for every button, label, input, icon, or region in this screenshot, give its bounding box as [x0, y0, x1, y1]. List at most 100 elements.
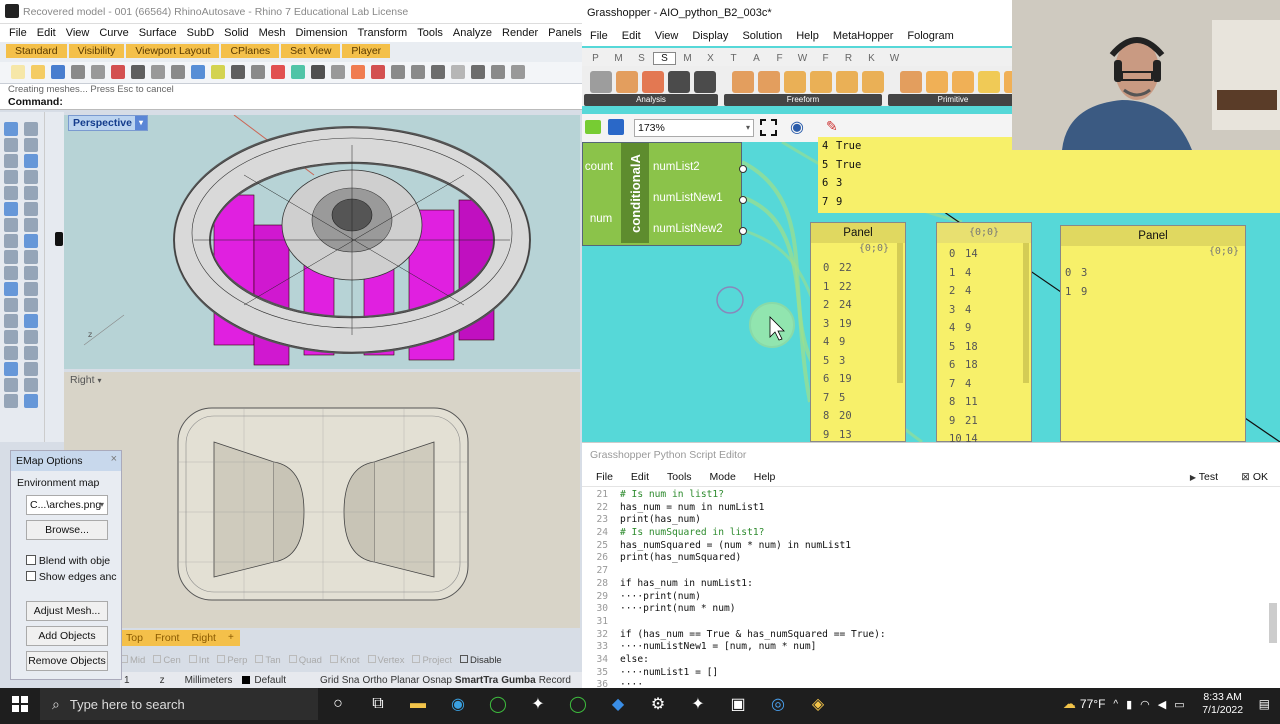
left-tool-icon[interactable] — [4, 298, 18, 312]
left-tool-icon[interactable] — [24, 202, 38, 216]
app-green-ring-icon[interactable]: ◯ — [478, 684, 518, 724]
osnap-checkbox[interactable] — [255, 654, 264, 663]
left-tool-icon[interactable] — [4, 282, 18, 296]
sketch-icon[interactable]: ✎ — [826, 118, 838, 135]
gh-menu-metahopper[interactable]: MetaHopper — [833, 26, 894, 46]
notification-icon[interactable]: ▤ — [1259, 697, 1270, 711]
show-edges-checkbox[interactable] — [26, 571, 36, 581]
tray-chevron-icon[interactable]: ^ — [1113, 699, 1118, 710]
editor-menu-mode[interactable]: Mode — [710, 471, 736, 483]
left-tool-icon[interactable] — [4, 378, 18, 392]
gh-menu-fologram[interactable]: Fologram — [907, 26, 953, 46]
gh-tab-8[interactable]: F — [768, 53, 791, 64]
toolbar-tool-icon[interactable] — [311, 65, 325, 79]
env-map-select[interactable]: C...\arches.png ▾ — [26, 495, 108, 515]
app-blue-circle-icon[interactable]: ◎ — [758, 684, 798, 724]
toolbar-tool-icon[interactable] — [451, 65, 465, 79]
output-grip[interactable] — [739, 196, 747, 204]
gh-tab-3[interactable]: S — [653, 52, 676, 65]
gh-menu-file[interactable]: File — [590, 26, 608, 46]
gh-tab-2[interactable]: S — [630, 53, 653, 64]
left-tool-icon[interactable] — [4, 346, 18, 360]
left-tool-icon[interactable] — [24, 138, 38, 152]
osnap-checkbox[interactable] — [217, 654, 226, 663]
menu-item-subd[interactable]: SubD — [182, 24, 220, 42]
vscode-icon[interactable]: ◆ — [598, 684, 638, 724]
python-icon[interactable]: ◈ — [798, 684, 838, 724]
toolbar-tool-icon[interactable] — [271, 65, 285, 79]
left-tool-icon[interactable] — [4, 234, 18, 248]
taskbar-search[interactable]: ⌕ Type here to search — [40, 688, 318, 720]
gh-menu-solution[interactable]: Solution — [742, 26, 782, 46]
editor-menu-file[interactable]: File — [596, 471, 613, 483]
gh-ribbon-tool-icon[interactable] — [642, 71, 664, 93]
tab-player[interactable]: Player — [342, 44, 391, 58]
remove-objects-button[interactable]: Remove Objects — [26, 651, 108, 671]
gh-group-freeform[interactable]: Freeform — [724, 94, 882, 106]
menu-item-file[interactable]: File — [4, 24, 32, 42]
left-tool-icon[interactable] — [4, 266, 18, 280]
left-tool-icon[interactable] — [24, 378, 38, 392]
settings-gear-icon[interactable]: ⚙ — [638, 684, 678, 724]
output-grip[interactable] — [739, 227, 747, 235]
osnap-checkbox[interactable] — [153, 654, 162, 663]
toolbar-tool-icon[interactable] — [31, 65, 45, 79]
left-tool-icon[interactable] — [24, 362, 38, 376]
menu-item-curve[interactable]: Curve — [94, 24, 133, 42]
menu-item-mesh[interactable]: Mesh — [254, 24, 291, 42]
gh-tab-5[interactable]: X — [699, 53, 722, 64]
left-tool-icon[interactable] — [24, 394, 38, 408]
toolbar-tool-icon[interactable] — [251, 65, 265, 79]
toolbar-tool-icon[interactable] — [151, 65, 165, 79]
menu-item-transform[interactable]: Transform — [353, 24, 413, 42]
left-tool-icon[interactable] — [4, 218, 18, 232]
menu-item-panels[interactable]: Panels — [543, 24, 587, 42]
toolbar-tool-icon[interactable] — [11, 65, 25, 79]
blend-checkbox-row[interactable]: Blend with obje — [26, 555, 118, 567]
tab-top[interactable]: Top — [120, 630, 149, 646]
gh-menu-display[interactable]: Display — [692, 26, 728, 46]
disable-checkbox[interactable] — [460, 654, 469, 663]
dock-handle[interactable] — [55, 232, 63, 246]
adjust-mesh-button[interactable]: Adjust Mesh... — [26, 601, 108, 621]
left-tool-icon[interactable] — [24, 346, 38, 360]
left-tool-icon[interactable] — [4, 314, 18, 328]
gh-tab-10[interactable]: F — [814, 53, 837, 64]
gh-tab-12[interactable]: K — [860, 53, 883, 64]
gh-ribbon-tool-icon[interactable] — [926, 71, 948, 93]
menu-item-analyze[interactable]: Analyze — [448, 24, 497, 42]
gh-menu-view[interactable]: View — [655, 26, 679, 46]
app-cc-icon[interactable]: ▣ — [718, 684, 758, 724]
gh-ribbon-tool-icon[interactable] — [978, 71, 1000, 93]
toolbar-tool-icon[interactable] — [391, 65, 405, 79]
command-label[interactable]: Command: — [8, 96, 63, 108]
gh-ribbon-tool-icon[interactable] — [616, 71, 638, 93]
app-green-ring-icon[interactable]: ◯ — [558, 684, 598, 724]
toolbar-tool-icon[interactable] — [191, 65, 205, 79]
cortana-icon[interactable]: ○ — [318, 684, 358, 724]
left-tool-icon[interactable] — [4, 202, 18, 216]
output-grip[interactable] — [739, 165, 747, 173]
gh-ribbon-tool-icon[interactable] — [784, 71, 806, 93]
left-tool-icon[interactable] — [4, 186, 18, 200]
test-button[interactable]: ▶ Test — [1190, 471, 1218, 483]
osnap-mid[interactable]: Mid — [120, 654, 145, 666]
osnap-knot[interactable]: Knot — [329, 654, 360, 666]
gh-tab-7[interactable]: A — [745, 53, 768, 64]
panel-3[interactable]: Panel {0;0} 03 19 — [1060, 225, 1246, 442]
osnap-project[interactable]: Project — [412, 654, 452, 666]
left-tool-icon[interactable] — [4, 122, 18, 136]
left-tool-icon[interactable] — [4, 138, 18, 152]
toolbar-tool-icon[interactable] — [471, 65, 485, 79]
gh-ribbon-tool-icon[interactable] — [668, 71, 690, 93]
left-tool-icon[interactable] — [24, 122, 38, 136]
toolbar-tool-icon[interactable] — [111, 65, 125, 79]
gh-menu-edit[interactable]: Edit — [622, 26, 641, 46]
gh-group-primitive[interactable]: Primitive — [888, 94, 1018, 106]
gh-group-analysis[interactable]: Analysis — [584, 94, 718, 106]
gh-tab-0[interactable]: P — [584, 53, 607, 64]
gh-ribbon-tool-icon[interactable] — [862, 71, 884, 93]
osnap-checkbox[interactable] — [188, 654, 197, 663]
weather-temp[interactable]: 77°F — [1080, 697, 1105, 711]
keyboard-icon[interactable]: ▭ — [1174, 698, 1184, 711]
